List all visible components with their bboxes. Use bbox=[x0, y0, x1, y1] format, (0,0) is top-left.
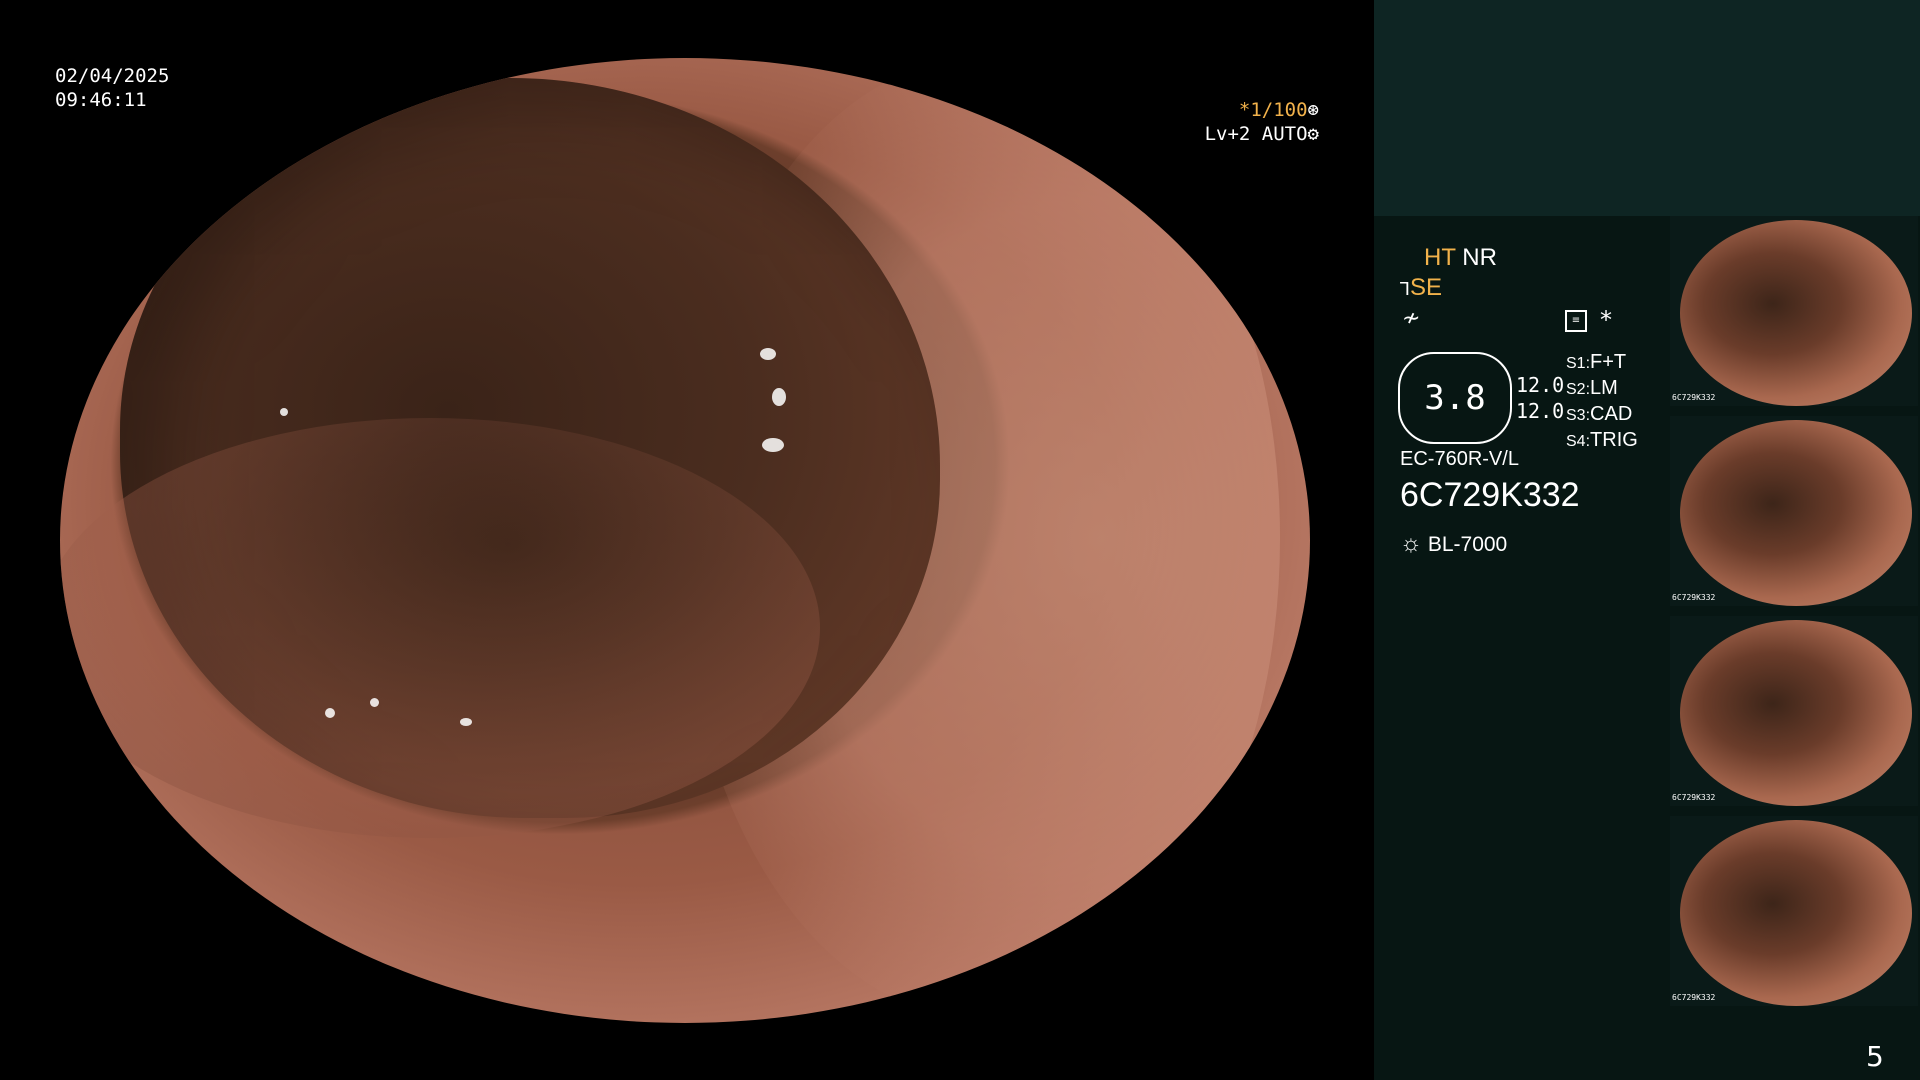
time-text: 09:46:11 bbox=[55, 89, 147, 111]
date-text: 02/04/2025 bbox=[55, 65, 170, 87]
light-source-icon: ☼ bbox=[1400, 530, 1422, 557]
switch-row: S1:F+T bbox=[1566, 351, 1627, 373]
capture-thumbnail[interactable]: 6C729K332 bbox=[1670, 416, 1918, 606]
filter-icon: ≁ bbox=[1402, 306, 1421, 331]
specular-highlight bbox=[460, 718, 472, 726]
light-source-row: ☼ BL-7000 bbox=[1400, 530, 1507, 558]
nr-indicator: NR bbox=[1462, 244, 1497, 271]
thumbnail-image bbox=[1680, 420, 1912, 606]
serial-number-text: 6C729K332 bbox=[1400, 476, 1580, 514]
star-indicator: * bbox=[1600, 306, 1612, 334]
ht-indicator: HT bbox=[1424, 244, 1456, 271]
specular-highlight bbox=[760, 348, 776, 360]
specular-highlight bbox=[762, 438, 784, 452]
thumbnail-image bbox=[1680, 620, 1912, 806]
shutter-level-readout: *1/100⊛ Lv+2 AUTO⚙ bbox=[1193, 98, 1319, 146]
thumbnail-image bbox=[1680, 220, 1912, 406]
zoom-value-1: 12.0 bbox=[1516, 373, 1565, 397]
thumbnail-label: 6C729K332 bbox=[1672, 993, 1716, 1002]
switch-row: S4:TRIG bbox=[1566, 429, 1638, 451]
zoom-value-2: 12.0 bbox=[1516, 399, 1565, 423]
se-row: ⅂SE bbox=[1400, 274, 1442, 302]
capture-thumbnail[interactable]: 6C729K332 bbox=[1670, 816, 1918, 1006]
zoom-ratio-text: 3.8 bbox=[1424, 378, 1486, 418]
zoom-ratio-badge: 3.8 bbox=[1398, 352, 1512, 444]
switch-assignment-list: S1:F+T S2:LM S3:CAD S4:TRIG bbox=[1566, 350, 1638, 454]
mucosal-fold bbox=[60, 418, 820, 838]
thumbnail-label: 6C729K332 bbox=[1672, 393, 1716, 402]
structure-enhance-icon: ⅂ bbox=[1400, 279, 1411, 299]
light-source-text: BL-7000 bbox=[1427, 533, 1508, 556]
zoom-values: 12.0 12.0 bbox=[1516, 372, 1564, 424]
thumbnail-label: 6C729K332 bbox=[1672, 793, 1716, 802]
specular-highlight bbox=[772, 388, 786, 406]
info-panel-header bbox=[1374, 0, 1920, 216]
capture-thumbnail[interactable]: 6C729K332 bbox=[1670, 216, 1918, 406]
page-number: 5 bbox=[1866, 1040, 1884, 1073]
shutter-text: *1/100 bbox=[1238, 99, 1308, 121]
specular-highlight bbox=[200, 168, 208, 176]
thumbnail-label: 6C729K332 bbox=[1672, 593, 1716, 602]
endoscope-live-view bbox=[60, 58, 1310, 1023]
date-time-readout: 02/04/2025 09:46:11 bbox=[55, 64, 169, 112]
image-mode-row: HT NR bbox=[1424, 244, 1497, 272]
level-text: Lv+2 bbox=[1204, 123, 1251, 145]
specular-highlight bbox=[370, 698, 379, 707]
settings-panel-icon: ≡ bbox=[1565, 310, 1587, 332]
capture-thumbnail[interactable]: 6C729K332 bbox=[1670, 616, 1918, 806]
mode-text: AUTO bbox=[1261, 123, 1308, 145]
switch-row: S2:LM bbox=[1566, 377, 1618, 399]
scope-model-text: EC-760R-V/L bbox=[1400, 448, 1519, 470]
se-indicator: SE bbox=[1410, 274, 1443, 301]
switch-row: S3:CAD bbox=[1566, 403, 1633, 425]
specular-highlight bbox=[280, 408, 288, 416]
thumbnail-image bbox=[1680, 820, 1912, 1006]
gear-icon: ⚙ bbox=[1307, 123, 1319, 145]
aperture-icon: ⊛ bbox=[1307, 99, 1319, 121]
specular-highlight bbox=[325, 708, 335, 718]
